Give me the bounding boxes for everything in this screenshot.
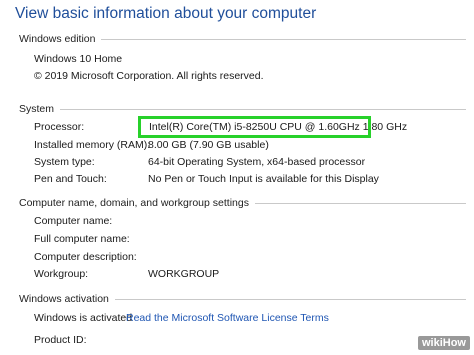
section-title: Windows edition [19,33,96,45]
memory-value: 8.00 GB (7.90 GB usable) [148,139,269,151]
workgroup-label: Workgroup: [34,268,89,280]
activation-status-row: Windows is activated Read the Microsoft … [34,312,466,326]
computer-name-row: Computer name: [34,215,466,229]
computer-description-row: Computer description: [34,251,466,265]
product-id-row: Product ID: [34,334,466,348]
workgroup-row: Workgroup: WORKGROUP [34,268,466,282]
wikihow-watermark: wikiHow [417,336,470,350]
memory-label: Installed memory (RAM): [34,139,151,151]
product-id-label: Product ID: [34,334,87,346]
pen-touch-row: Pen and Touch: No Pen or Touch Input is … [34,173,466,187]
copyright-text: © 2019 Microsoft Corporation. All rights… [34,70,264,82]
processor-highlight-box [138,116,371,138]
section-title: System [19,103,55,115]
section-divider [101,38,466,40]
activation-status-text: Windows is activated [34,312,133,324]
license-terms-link[interactable]: Read the Microsoft Software License Term… [126,312,329,324]
windows-edition-section-header: Windows edition [19,33,466,45]
activation-section-header: Windows activation [19,293,466,305]
section-divider [60,108,466,110]
processor-label: Processor: [34,121,85,133]
memory-row: Installed memory (RAM): 8.00 GB (7.90 GB… [34,139,466,153]
pen-touch-label: Pen and Touch: [34,173,107,185]
watermark-wiki-text: wiki [421,337,443,349]
pen-touch-value: No Pen or Touch Input is available for t… [148,173,379,185]
system-section-header: System [19,103,466,115]
windows-edition-value: Windows 10 Home [34,53,123,65]
section-divider [254,202,466,204]
computer-name-section-header: Computer name, domain, and workgroup set… [19,197,466,209]
full-computer-name-label: Full computer name: [34,233,130,245]
watermark-how-text: How [442,337,466,349]
system-properties-page: View basic information about your comput… [0,0,474,355]
system-type-value: 64-bit Operating System, x64-based proce… [148,156,366,168]
computer-description-label: Computer description: [34,251,137,263]
system-type-row: System type: 64-bit Operating System, x6… [34,156,466,170]
page-title: View basic information about your comput… [15,5,317,22]
computer-name-label: Computer name: [34,215,113,227]
workgroup-value: WORKGROUP [148,268,220,280]
section-title: Windows activation [19,293,109,305]
system-type-label: System type: [34,156,95,168]
section-divider [114,298,466,300]
full-computer-name-row: Full computer name: [34,233,466,247]
section-title: Computer name, domain, and workgroup set… [19,197,249,209]
